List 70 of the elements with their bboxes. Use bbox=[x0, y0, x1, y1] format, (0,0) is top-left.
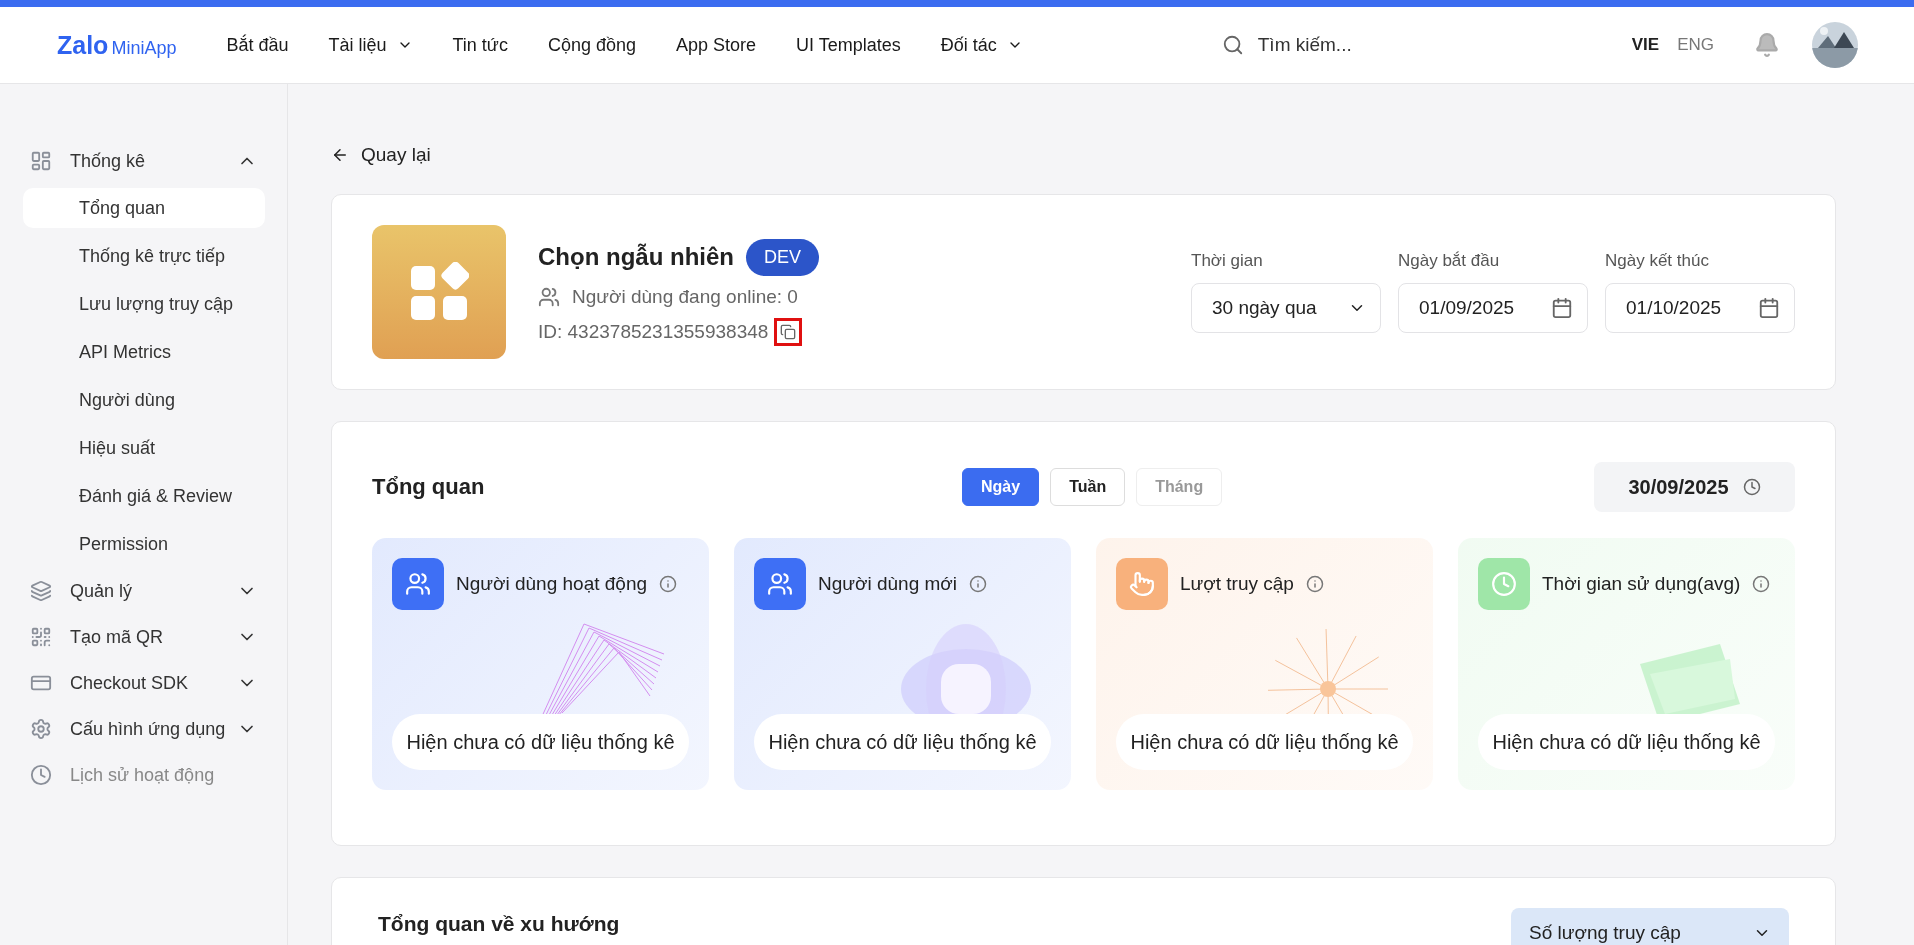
date-field[interactable]: 01/10/2025 bbox=[1605, 283, 1795, 333]
sidebar-item[interactable]: Permission bbox=[23, 524, 265, 564]
nav-link[interactable]: Tài liệu bbox=[328, 34, 413, 56]
language-option[interactable]: ENG bbox=[1677, 35, 1714, 55]
dashboard-icon bbox=[30, 150, 52, 172]
sidebar-group[interactable]: Checkout SDK bbox=[0, 660, 287, 706]
filter-label: Ngày bắt đầu bbox=[1398, 251, 1501, 271]
environment-badge: DEV bbox=[746, 238, 819, 276]
sidebar-item[interactable]: Hiệu suất bbox=[23, 428, 265, 468]
clock-icon bbox=[1742, 478, 1761, 496]
period-tab[interactable]: Ngày bbox=[962, 468, 1040, 506]
sidebar-group[interactable]: Thống kê bbox=[0, 138, 287, 184]
metric-select[interactable]: Số lượng truy cập bbox=[1511, 908, 1789, 945]
empty-state-message: Hiện chưa có dữ liệu thống kê bbox=[392, 714, 689, 770]
nav-link[interactable]: App Store bbox=[676, 34, 757, 56]
calendar-icon bbox=[1758, 297, 1780, 319]
sidebar-group[interactable]: Tạo mã QR bbox=[0, 614, 287, 660]
period-tab[interactable]: Tuần bbox=[1050, 468, 1126, 506]
language-option[interactable]: VIE bbox=[1631, 35, 1660, 55]
sidebar-item[interactable]: Tổng quan bbox=[23, 188, 265, 228]
users-icon bbox=[767, 571, 793, 597]
sidebar-group[interactable]: Quản lý bbox=[0, 568, 287, 614]
info-icon[interactable] bbox=[1752, 575, 1771, 593]
app-icon bbox=[372, 225, 506, 359]
nav-link[interactable]: Đối tác bbox=[940, 34, 1023, 56]
stat-title: Người dùng hoạt động bbox=[456, 573, 648, 595]
stat-title: Lượt truy cập bbox=[1180, 573, 1294, 595]
section-title: Tổng quan bbox=[372, 474, 486, 500]
nav-link[interactable]: Cộng đồng bbox=[547, 34, 636, 56]
app-id-text: ID: 4323785231355938348 bbox=[538, 320, 769, 343]
copy-button[interactable] bbox=[774, 317, 803, 346]
info-icon[interactable] bbox=[659, 575, 678, 593]
logo[interactable]: Zalo MiniApp bbox=[57, 30, 177, 60]
settings-icon bbox=[30, 718, 52, 740]
clock-icon bbox=[30, 764, 52, 786]
sidebar-item[interactable]: Thống kê trực tiếp bbox=[23, 236, 265, 276]
empty-state-message: Hiện chưa có dữ liệu thống kê bbox=[754, 714, 1051, 770]
sidebar-item[interactable]: API Metrics bbox=[23, 332, 265, 372]
layers-icon bbox=[30, 580, 52, 602]
filter-label: Ngày kết thúc bbox=[1605, 251, 1710, 271]
sidebar-group[interactable]: Cấu hình ứng dụng bbox=[0, 706, 287, 752]
time-range-select[interactable]: 30 ngày qua bbox=[1191, 283, 1381, 333]
back-link[interactable]: Quay lại bbox=[331, 144, 1836, 166]
date-field[interactable]: 01/09/2025 bbox=[1398, 283, 1588, 333]
info-icon[interactable] bbox=[969, 575, 988, 593]
qr-code-icon bbox=[30, 626, 52, 648]
app-name: Chọn ngẫu nhiên bbox=[538, 243, 734, 271]
notification-bell-icon[interactable] bbox=[1754, 32, 1780, 58]
date-picker[interactable]: 30/09/2025 bbox=[1594, 462, 1795, 512]
calendar-icon bbox=[1551, 297, 1573, 319]
users-icon bbox=[538, 285, 560, 308]
sidebar-item[interactable]: Đánh giá & Review bbox=[23, 476, 265, 516]
sidebar-item[interactable]: Lưu lượng truy cập bbox=[23, 284, 265, 324]
users-icon bbox=[405, 571, 431, 597]
online-users-text: Người dùng đang online: 0 bbox=[572, 285, 798, 308]
copy-icon bbox=[780, 323, 797, 340]
nav-link[interactable]: Bắt đầu bbox=[226, 34, 289, 56]
stat-title: Người dùng mới bbox=[818, 573, 958, 595]
clock-icon bbox=[1491, 571, 1517, 597]
search-icon bbox=[1221, 34, 1244, 56]
section-title: Tổng quan về xu hướng bbox=[378, 912, 620, 937]
pointer-hand-icon bbox=[1129, 571, 1155, 597]
filter-label: Thời gian bbox=[1191, 251, 1264, 271]
stat-title: Thời gian sử dụng(avg) bbox=[1542, 573, 1741, 595]
empty-state-message: Hiện chưa có dữ liệu thống kê bbox=[1478, 714, 1775, 770]
nav-link[interactable]: Tin tức bbox=[452, 34, 508, 56]
sidebar-item[interactable]: Người dùng bbox=[23, 380, 265, 420]
empty-state-message: Hiện chưa có dữ liệu thống kê bbox=[1116, 714, 1413, 770]
info-icon[interactable] bbox=[1305, 575, 1324, 593]
nav-link[interactable]: UI Templates bbox=[796, 34, 901, 56]
